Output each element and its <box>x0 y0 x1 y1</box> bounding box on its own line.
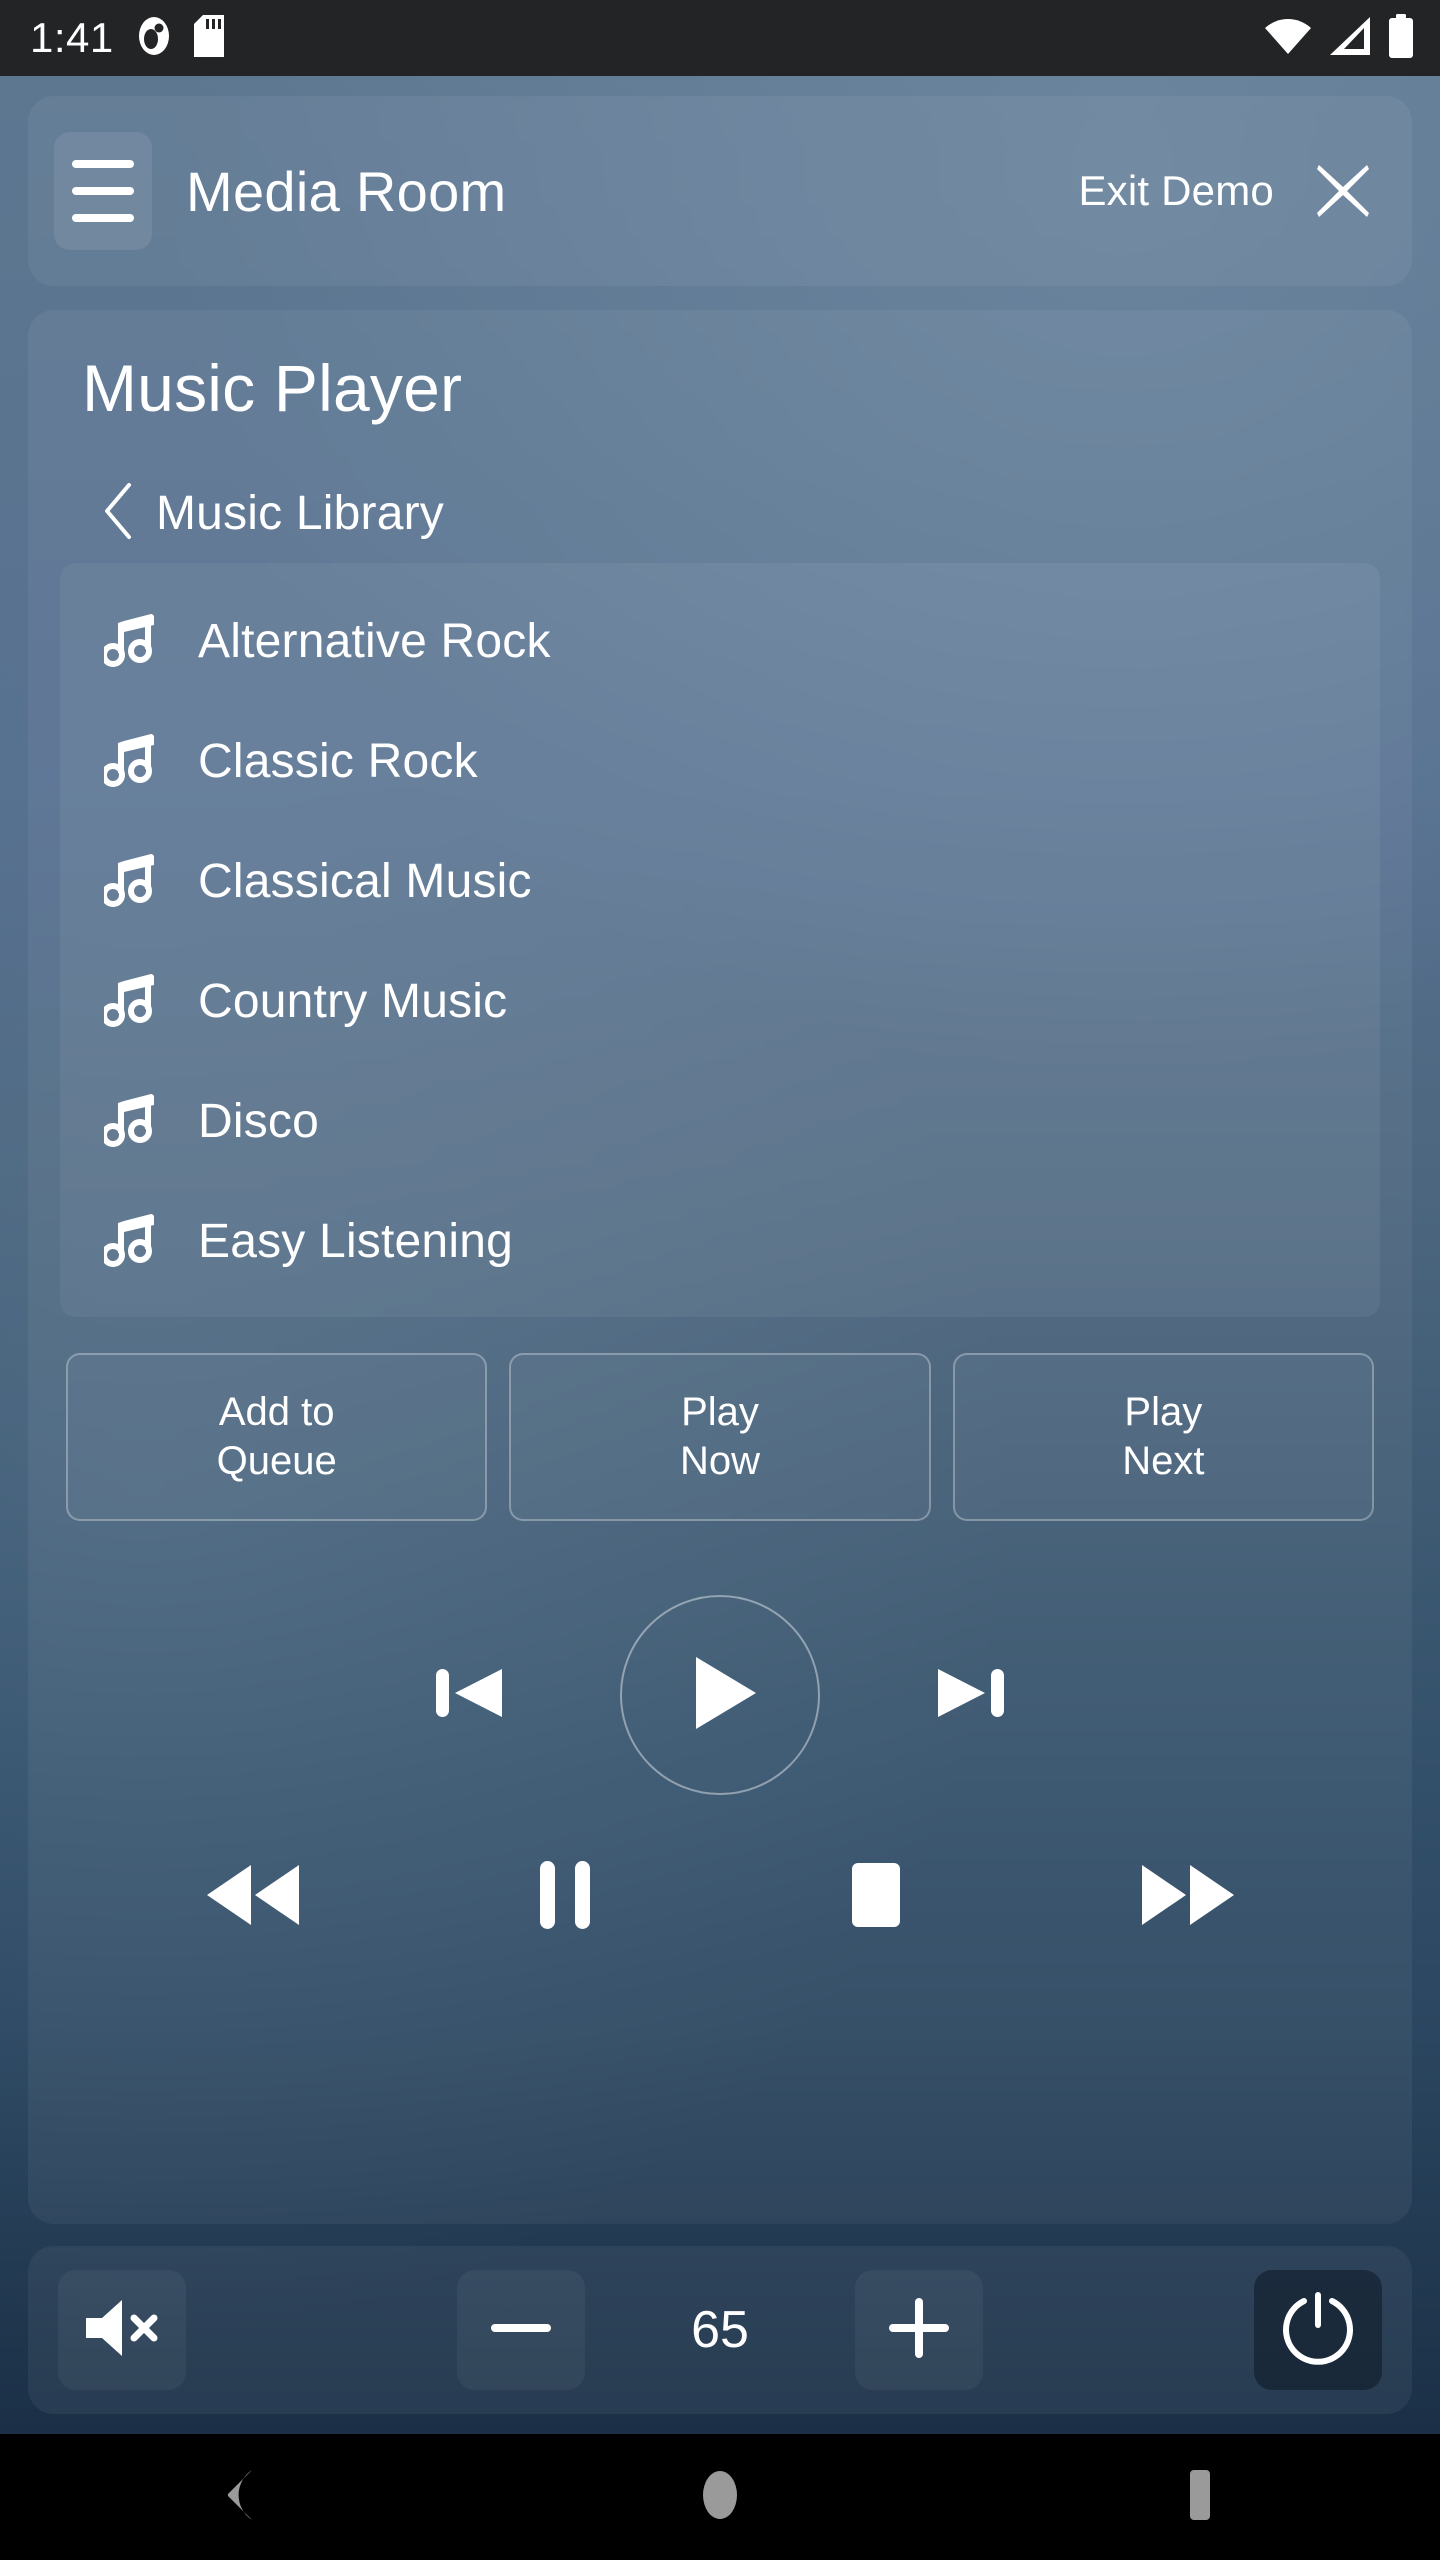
hamburger-menu-icon[interactable] <box>54 132 152 250</box>
list-item-label: Classic Rock <box>198 734 478 788</box>
next-track-button[interactable] <box>820 1645 1120 1746</box>
previous-track-button[interactable] <box>320 1645 620 1746</box>
pause-button[interactable] <box>409 1847 720 1948</box>
breadcrumb-music-library[interactable]: Music Library <box>102 482 1380 545</box>
volume-bar: 65 <box>28 2246 1412 2414</box>
stop-button[interactable] <box>720 1847 1031 1948</box>
page-title: Music Player <box>82 351 463 425</box>
list-item[interactable]: Classical Music <box>60 821 1380 941</box>
volume-mute-icon[interactable] <box>80 2296 164 2365</box>
play-next-line1: Play <box>1124 1390 1203 1435</box>
list-item-label: Easy Listening <box>198 1214 513 1268</box>
list-item-label: Disco <box>198 1094 320 1148</box>
fast-forward-button[interactable] <box>1031 1847 1342 1948</box>
android-home-icon[interactable] <box>694 2469 746 2526</box>
list-item-label: Alternative Rock <box>198 614 551 668</box>
next-track-icon[interactable] <box>922 1645 1018 1746</box>
pause-icon[interactable] <box>528 1847 602 1948</box>
list-item[interactable]: Classic Rock <box>60 701 1380 821</box>
play-next-button[interactable]: Play Next <box>952 1353 1374 1521</box>
mute-button[interactable] <box>58 2270 186 2390</box>
breadcrumb-label: Music Library <box>156 487 444 540</box>
status-bar-right <box>1264 13 1414 63</box>
power-button[interactable] <box>1254 2270 1383 2390</box>
add-to-queue-line1: Add to <box>218 1390 335 1435</box>
play-now-line2: Now <box>679 1439 760 1483</box>
stop-icon[interactable] <box>839 1847 913 1948</box>
list-item[interactable]: Disco <box>60 1061 1380 1181</box>
android-back-icon[interactable] <box>216 2468 264 2527</box>
transport-controls-primary <box>60 1595 1380 1795</box>
music-note-icon <box>104 853 156 909</box>
play-now-line1: Play <box>681 1390 759 1435</box>
app-header-bar: Media Room Exit Demo <box>28 96 1412 286</box>
list-item-label: Classical Music <box>198 854 532 908</box>
screenshot-app-icon <box>136 15 172 62</box>
list-item[interactable]: Country Music <box>60 941 1380 1061</box>
music-player-card: Music Player Music Library Alternative R… <box>28 310 1412 2224</box>
power-icon[interactable] <box>1280 2288 1356 2373</box>
android-back-button[interactable] <box>170 2434 310 2560</box>
room-title: Media Room <box>186 159 507 223</box>
android-recents-button[interactable] <box>1130 2434 1270 2560</box>
list-item-label: Country Music <box>198 974 508 1028</box>
app-content: Media Room Exit Demo Music Player Music … <box>0 76 1440 2434</box>
rewind-icon[interactable] <box>199 1847 309 1948</box>
list-item[interactable]: Alternative Rock <box>60 581 1380 701</box>
transport-controls-secondary <box>98 1847 1342 1948</box>
play-next-line2: Next <box>1122 1439 1205 1483</box>
play-icon[interactable] <box>674 1647 766 1744</box>
rewind-button[interactable] <box>98 1847 409 1948</box>
music-note-icon <box>104 613 156 669</box>
android-home-button[interactable] <box>650 2434 790 2560</box>
android-navigation-bar <box>0 2434 1440 2560</box>
play-now-button[interactable]: Play Now <box>509 1353 931 1521</box>
music-note-icon <box>104 973 156 1029</box>
battery-icon <box>1388 13 1414 63</box>
plus-icon[interactable] <box>883 2292 955 2369</box>
android-recents-icon[interactable] <box>1174 2468 1226 2527</box>
add-to-queue-line2: Queue <box>216 1439 337 1483</box>
queue-action-buttons: Add to Queue Play Now Play Next <box>66 1353 1374 1521</box>
music-note-icon <box>104 733 156 789</box>
close-x-icon[interactable] <box>1308 156 1378 226</box>
chevron-left-icon[interactable] <box>102 482 134 545</box>
volume-down-button[interactable] <box>456 2270 585 2390</box>
music-library-list: Alternative Rock Classic Rock Classical … <box>60 563 1380 1317</box>
list-item[interactable]: Easy Listening <box>60 1181 1380 1301</box>
fast-forward-icon[interactable] <box>1132 1847 1242 1948</box>
sd-card-icon <box>193 14 224 62</box>
exit-demo-button[interactable]: Exit Demo <box>1078 167 1274 215</box>
phone-screen: 1:41 Media Room Exit Demo Music Player M… <box>0 0 1440 2560</box>
minus-icon[interactable] <box>485 2292 557 2369</box>
music-note-icon <box>104 1213 156 1269</box>
add-to-queue-button[interactable]: Add to Queue <box>66 1353 488 1521</box>
wifi-icon <box>1264 16 1312 61</box>
status-bar: 1:41 <box>0 0 1440 76</box>
previous-track-icon[interactable] <box>422 1645 518 1746</box>
status-bar-clock: 1:41 <box>30 14 114 61</box>
play-button[interactable] <box>620 1595 820 1795</box>
cellular-signal-icon <box>1328 16 1372 61</box>
status-bar-left: 1:41 <box>30 14 224 62</box>
music-note-icon <box>104 1093 156 1149</box>
volume-value: 65 <box>691 2301 749 2359</box>
volume-up-button[interactable] <box>855 2270 984 2390</box>
